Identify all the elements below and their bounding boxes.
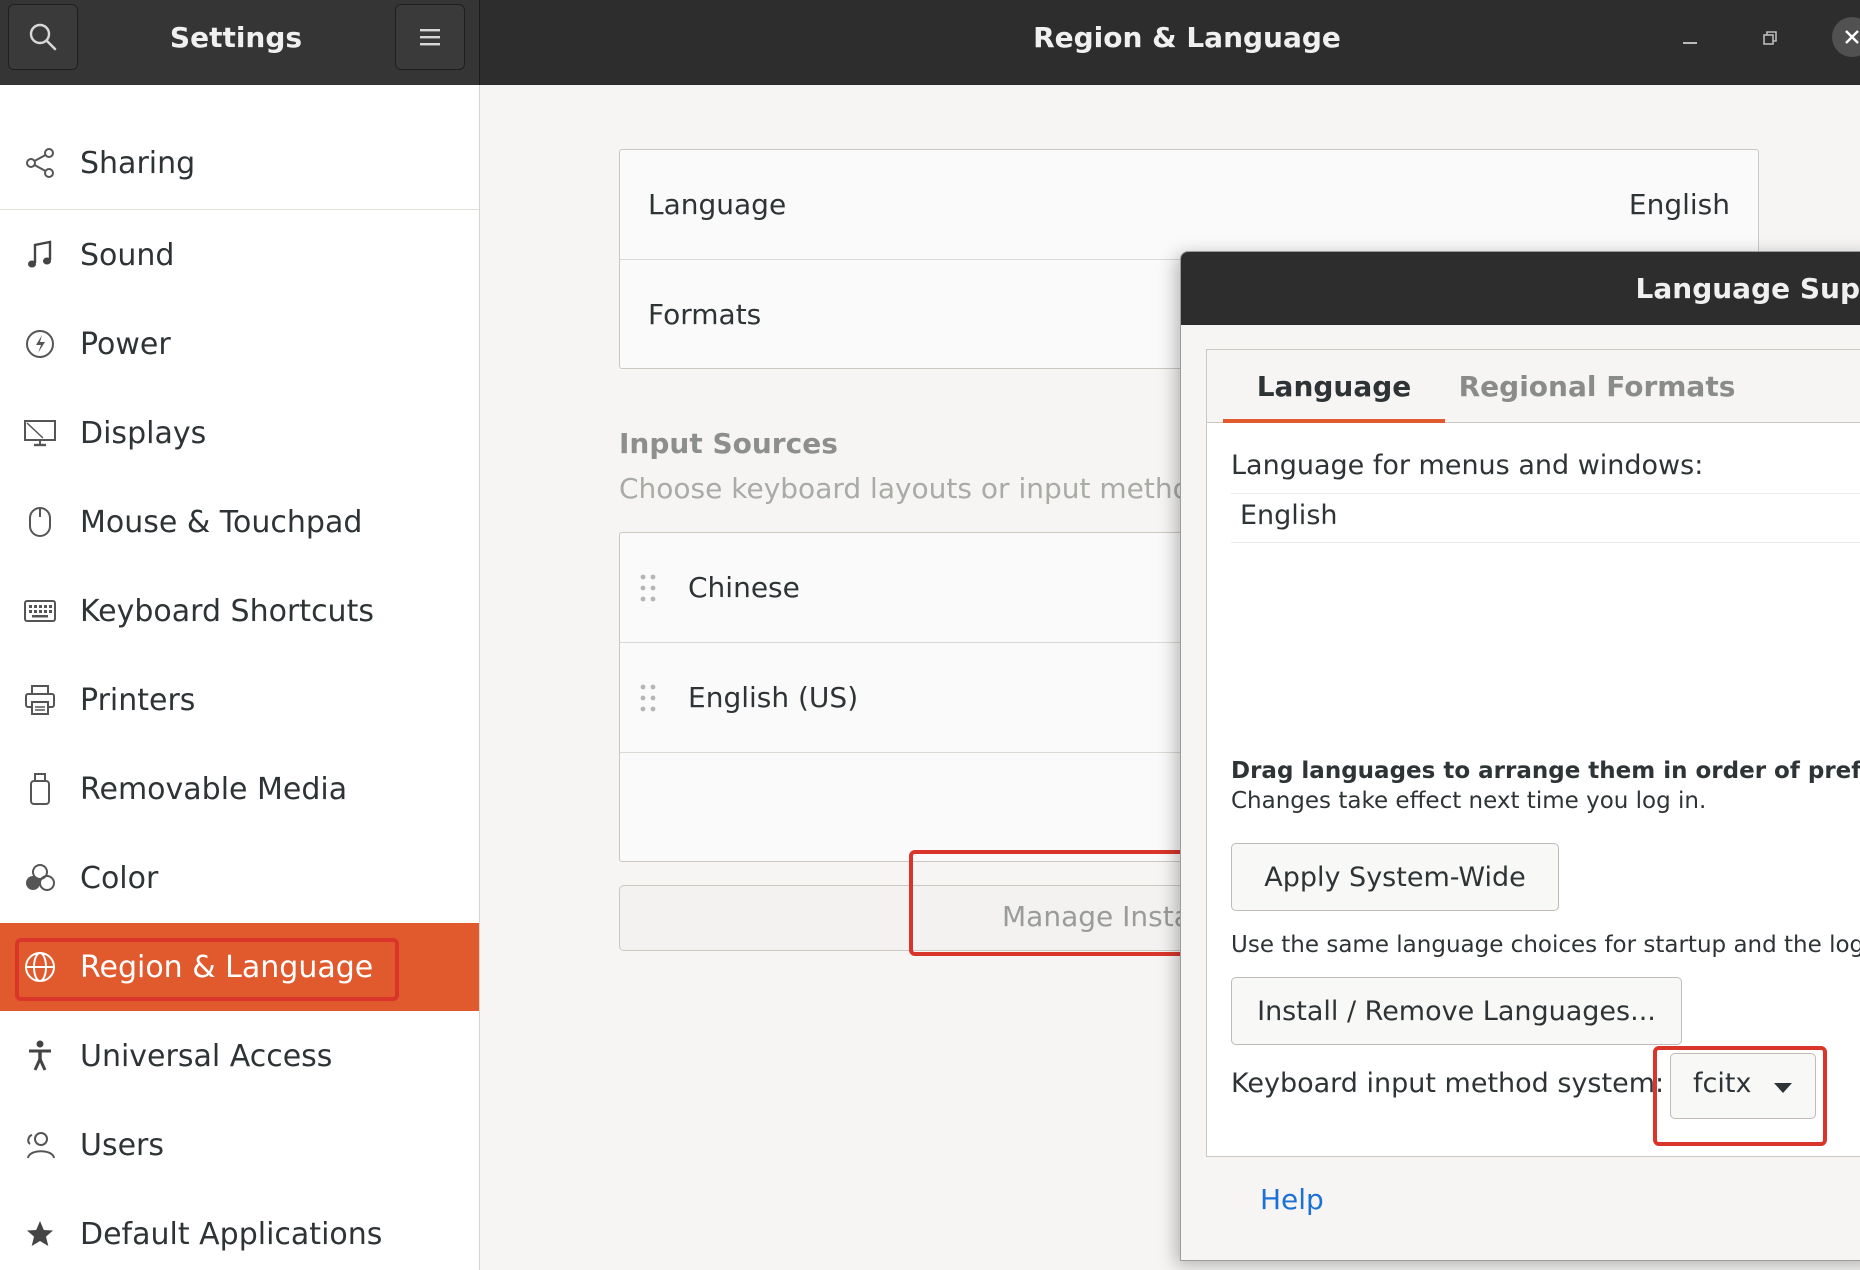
- sidebar-item-users[interactable]: Users: [0, 1101, 479, 1189]
- display-icon: [22, 415, 58, 451]
- minimize-icon: [1683, 42, 1697, 44]
- formats-row-label: Formats: [648, 298, 762, 331]
- input-source-label: Chinese: [688, 571, 800, 604]
- settings-sidebar: Sharing Sound Power Displays Mouse & Tou…: [0, 85, 480, 1270]
- users-icon: [22, 1127, 58, 1163]
- dialog-notebook: Language Regional Formats Language for m…: [1206, 349, 1860, 1157]
- sidebar-item-label: Power: [80, 326, 171, 362]
- sidebar-item-keyboard-shortcuts[interactable]: Keyboard Shortcuts: [0, 567, 479, 655]
- sidebar-header: Settings: [0, 0, 480, 85]
- share-icon: [22, 145, 58, 181]
- sidebar-item-label: Printers: [80, 682, 196, 718]
- sidebar-item-label: Sound: [80, 237, 175, 273]
- sidebar-item-label: Color: [80, 860, 159, 896]
- drag-handle-icon[interactable]: [638, 682, 658, 714]
- sidebar-item-printers[interactable]: Printers: [0, 656, 479, 744]
- sidebar-item-displays[interactable]: Displays: [0, 389, 479, 477]
- drag-handle-icon[interactable]: [638, 572, 658, 604]
- sidebar-item-power[interactable]: Power: [0, 300, 479, 388]
- restore-icon: [1763, 31, 1777, 45]
- sidebar-item-mouse-touchpad[interactable]: Mouse & Touchpad: [0, 478, 479, 566]
- highlight-box-input-method: [1653, 1046, 1827, 1146]
- close-icon: [1845, 30, 1859, 44]
- power-icon: [22, 326, 58, 362]
- tab-language[interactable]: Language: [1223, 350, 1445, 423]
- window-title: Region & Language: [1033, 21, 1341, 54]
- mouse-icon: [22, 504, 58, 540]
- sidebar-item-removable-media[interactable]: Removable Media: [0, 745, 479, 833]
- input-sources-subtitle: Choose keyboard layouts or input methods: [619, 472, 1223, 505]
- apply-system-wide-button[interactable]: Apply System-Wide: [1231, 843, 1559, 911]
- input-source-label: English (US): [688, 681, 859, 714]
- sidebar-item-color[interactable]: Color: [0, 834, 479, 922]
- app-title: Settings: [169, 21, 303, 54]
- sidebar-item-label: Universal Access: [80, 1038, 333, 1074]
- usb-drive-icon: [22, 771, 58, 807]
- sidebar-item-default-applications[interactable]: Default Applications: [0, 1190, 479, 1270]
- language-row-label: Language: [648, 188, 787, 221]
- color-icon: [22, 860, 58, 896]
- sidebar-item-label: Keyboard Shortcuts: [80, 593, 374, 629]
- sidebar-item-label: Displays: [80, 415, 207, 451]
- language-support-dialog: Language Support Language Regional Forma…: [1180, 251, 1860, 1261]
- effect-note: Changes take effect next time you log in…: [1231, 788, 1707, 814]
- printer-icon: [22, 682, 58, 718]
- dialog-title: Language Support: [1635, 272, 1860, 305]
- star-icon: [22, 1216, 58, 1252]
- highlight-box-manage-button: [909, 850, 1187, 956]
- search-icon: [29, 23, 57, 51]
- tab-regional-formats[interactable]: Regional Formats: [1455, 350, 1739, 423]
- accessibility-icon: [22, 1038, 58, 1074]
- apply-note: Use the same language choices for startu…: [1231, 932, 1860, 958]
- minimize-button[interactable]: [1670, 18, 1710, 58]
- input-method-label: Keyboard input method system:: [1231, 1068, 1665, 1099]
- sidebar-item-universal-access[interactable]: Universal Access: [0, 1012, 479, 1100]
- maximize-button[interactable]: [1750, 18, 1790, 58]
- language-row[interactable]: Language English: [620, 150, 1758, 259]
- input-sources-title: Input Sources: [619, 427, 838, 460]
- language-list-item[interactable]: English: [1240, 500, 1338, 531]
- music-note-icon: [22, 237, 58, 273]
- drag-hint: Drag languages to arrange them in order …: [1231, 758, 1860, 784]
- header-bar: Settings Region & Language: [0, 0, 1860, 85]
- menu-button[interactable]: [395, 4, 465, 70]
- language-row-value: English: [1628, 188, 1730, 221]
- language-list[interactable]: English: [1231, 493, 1860, 543]
- highlight-box-region-language: [15, 938, 399, 1001]
- sidebar-item-label: Mouse & Touchpad: [80, 504, 363, 540]
- dialog-header: Language Support: [1181, 252, 1860, 325]
- menus-language-label: Language for menus and windows:: [1231, 450, 1704, 481]
- search-button[interactable]: [8, 4, 78, 70]
- sidebar-item-label: Default Applications: [80, 1216, 383, 1252]
- hamburger-menu-icon: [420, 29, 440, 46]
- sidebar-item-sharing[interactable]: Sharing: [0, 119, 479, 207]
- sidebar-item-label: Sharing: [80, 145, 196, 181]
- sidebar-item-sound[interactable]: Sound: [0, 211, 479, 299]
- sidebar-item-label: Users: [80, 1127, 165, 1163]
- dialog-tabs: Language Regional Formats: [1207, 350, 1860, 423]
- help-link[interactable]: Help: [1260, 1183, 1324, 1216]
- keyboard-icon: [22, 593, 58, 629]
- install-remove-languages-button[interactable]: Install / Remove Languages...: [1231, 977, 1682, 1045]
- sidebar-divider: [0, 209, 479, 210]
- sidebar-item-label: Removable Media: [80, 771, 348, 807]
